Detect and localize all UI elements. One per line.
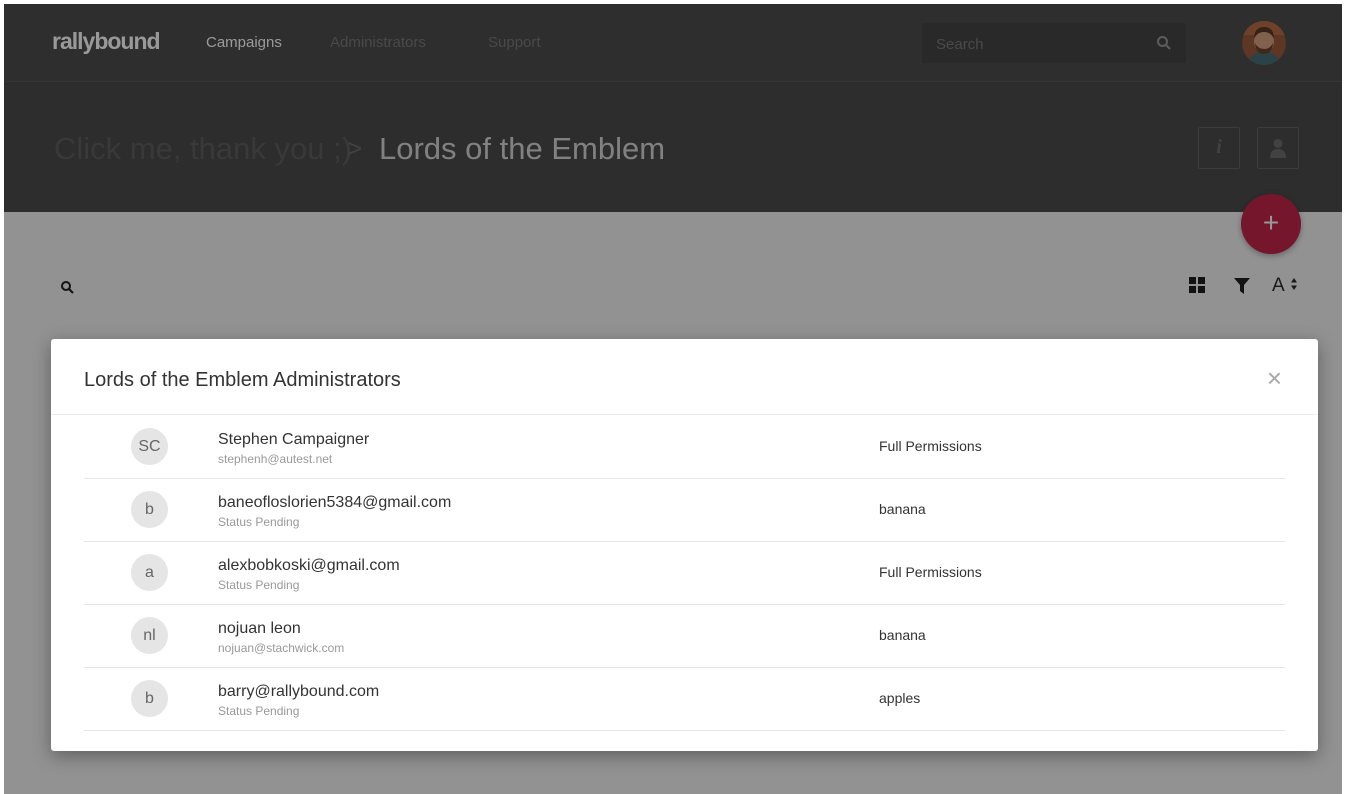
admin-row[interactable]: a alexbobkoski@gmail.com Status Pending … (84, 542, 1285, 605)
admin-name: Stephen Campaigner (218, 431, 370, 448)
admin-permission: banana (879, 501, 926, 517)
initials-avatar: nl (131, 617, 168, 654)
admin-permission: Full Permissions (879, 438, 982, 454)
app-root: rallybound Campaigns Administrators Supp… (4, 4, 1342, 794)
admin-name: nojuan leon (218, 620, 301, 637)
initials-avatar: a (131, 554, 168, 591)
admin-list: SC Stephen Campaigner stephenh@autest.ne… (84, 416, 1285, 731)
admin-row[interactable]: SC Stephen Campaigner stephenh@autest.ne… (84, 416, 1285, 479)
initials-avatar: b (131, 680, 168, 717)
admin-subtext: Status Pending (218, 704, 300, 718)
admin-permission: banana (879, 627, 926, 643)
initials-avatar: b (131, 491, 168, 528)
admin-row[interactable]: nl nojuan leon nojuan@stachwick.com bana… (84, 605, 1285, 668)
admin-name: baneofloslorien5384@gmail.com (218, 494, 452, 511)
admin-subtext: Status Pending (218, 515, 300, 529)
admin-subtext: nojuan@stachwick.com (218, 641, 345, 655)
admin-permission: Full Permissions (879, 564, 982, 580)
admin-subtext: Status Pending (218, 578, 300, 592)
administrators-modal: Lords of the Emblem Administrators × SC … (51, 339, 1318, 751)
modal-title: Lords of the Emblem Administrators (84, 369, 401, 391)
admin-subtext: stephenh@autest.net (218, 452, 333, 466)
admin-row[interactable]: b baneofloslorien5384@gmail.com Status P… (84, 479, 1285, 542)
modal-divider (51, 414, 1318, 415)
admin-name: barry@rallybound.com (218, 683, 380, 700)
admin-row[interactable]: b barry@rallybound.com Status Pending ap… (84, 668, 1285, 731)
admin-name: alexbobkoski@gmail.com (218, 557, 400, 574)
close-icon[interactable]: × (1267, 363, 1282, 393)
admin-permission: apples (879, 690, 921, 706)
initials-avatar: SC (131, 428, 168, 465)
